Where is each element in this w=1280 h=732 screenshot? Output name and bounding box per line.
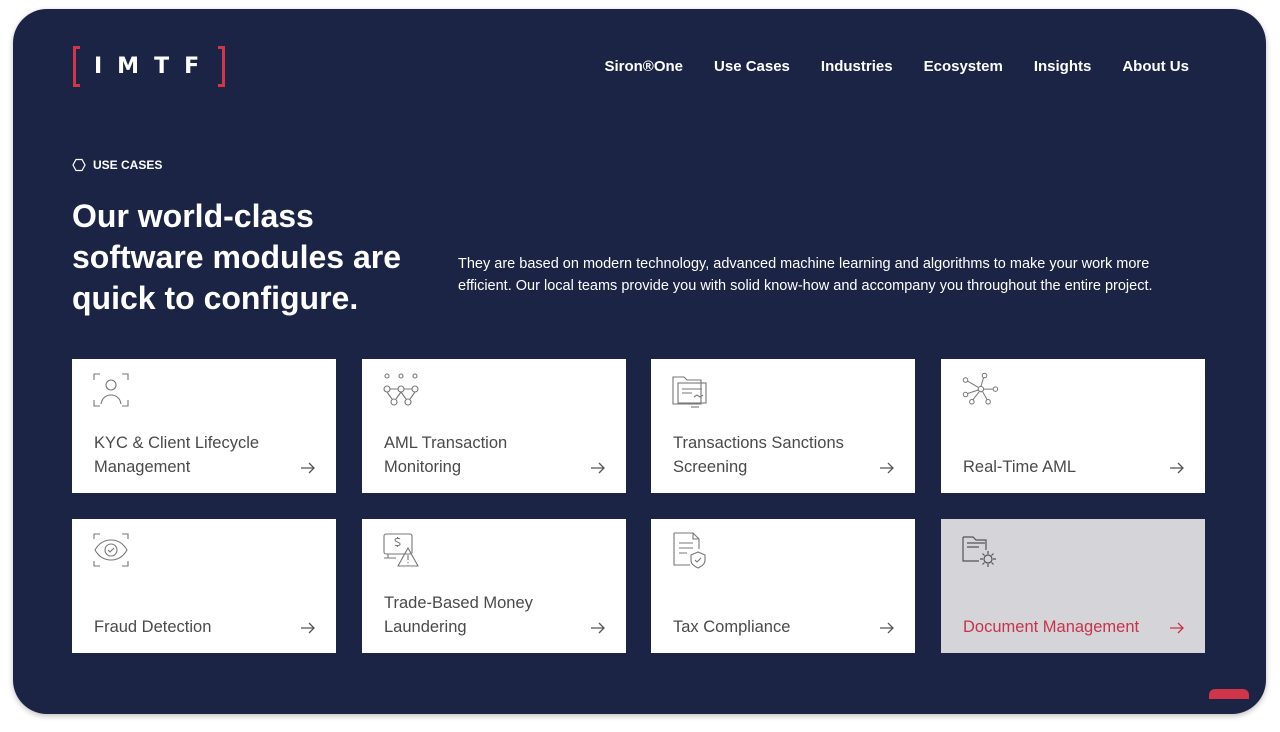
nav-industries[interactable]: Industries (821, 58, 893, 75)
card-kyc[interactable]: KYC & Client Lifecycle Management (72, 359, 336, 493)
main-nav: Siron®One Use Cases Industries Ecosystem… (573, 58, 1189, 75)
logo-bracket-right (218, 46, 226, 87)
page-title: Our world-class software modules are qui… (72, 198, 401, 316)
nav-use-cases[interactable]: Use Cases (714, 58, 790, 75)
money-warning-icon (383, 533, 419, 567)
card-real-time-aml[interactable]: Real-Time AML (941, 359, 1205, 493)
card-label: Real-Time AML (963, 458, 1077, 476)
arrow-right-icon (301, 462, 315, 474)
face-scan-icon (93, 373, 129, 407)
imtf-logo[interactable]: IMTF (73, 44, 226, 89)
eyebrow-label: USE CASES (93, 158, 163, 172)
nav-insights[interactable]: Insights (1034, 58, 1092, 75)
section-eyebrow: USE CASES (72, 158, 162, 172)
card-trade-based-money-laundering[interactable]: Trade-Based Money Laundering (362, 519, 626, 653)
page-frame: IMTF Siron®One Use Cases Industries Ecos… (13, 9, 1266, 714)
hexagon-icon (72, 158, 86, 172)
card-aml-transaction[interactable]: AML Transaction Monitoring (362, 359, 626, 493)
nav-about-us[interactable]: About Us (1122, 58, 1189, 75)
card-label: Transactions Sanctions Screening (673, 434, 844, 476)
network-dots-icon (383, 373, 419, 406)
card-label: KYC & Client Lifecycle Management (94, 434, 260, 476)
card-document-management[interactable]: Document Management (941, 519, 1205, 653)
node-network-icon (962, 372, 999, 405)
nav-siron-one[interactable]: Siron®One (604, 58, 683, 75)
nav-ecosystem[interactable]: Ecosystem (924, 58, 1003, 75)
card-tax-compliance[interactable]: Tax Compliance (651, 519, 915, 653)
arrow-right-icon (1170, 462, 1184, 474)
card-fraud-detection[interactable]: Fraud Detection (72, 519, 336, 653)
card-label: Trade-Based Money Laundering (384, 594, 533, 636)
arrow-right-icon (1170, 622, 1184, 634)
folder-document-icon (672, 376, 707, 408)
chat-widget-tab[interactable] (1209, 689, 1249, 699)
card-label: Tax Compliance (673, 618, 791, 636)
arrow-right-icon (591, 622, 605, 634)
card-sanctions-screening[interactable]: Transactions Sanctions Screening (651, 359, 915, 493)
logo-text: IMTF (94, 54, 215, 79)
arrow-right-icon (301, 622, 315, 634)
arrow-right-icon (880, 462, 894, 474)
card-label: Fraud Detection (94, 618, 212, 636)
folder-gear-icon (962, 536, 996, 567)
card-label: AML Transaction Monitoring (384, 434, 508, 476)
intro-text: They are based on modern technology, adv… (458, 256, 1153, 294)
logo-bracket-left (73, 46, 80, 87)
eye-scan-icon (93, 533, 129, 567)
arrow-right-icon (880, 622, 894, 634)
card-label: Document Management (963, 618, 1140, 636)
arrow-right-icon (591, 462, 605, 474)
document-shield-icon (673, 532, 706, 569)
